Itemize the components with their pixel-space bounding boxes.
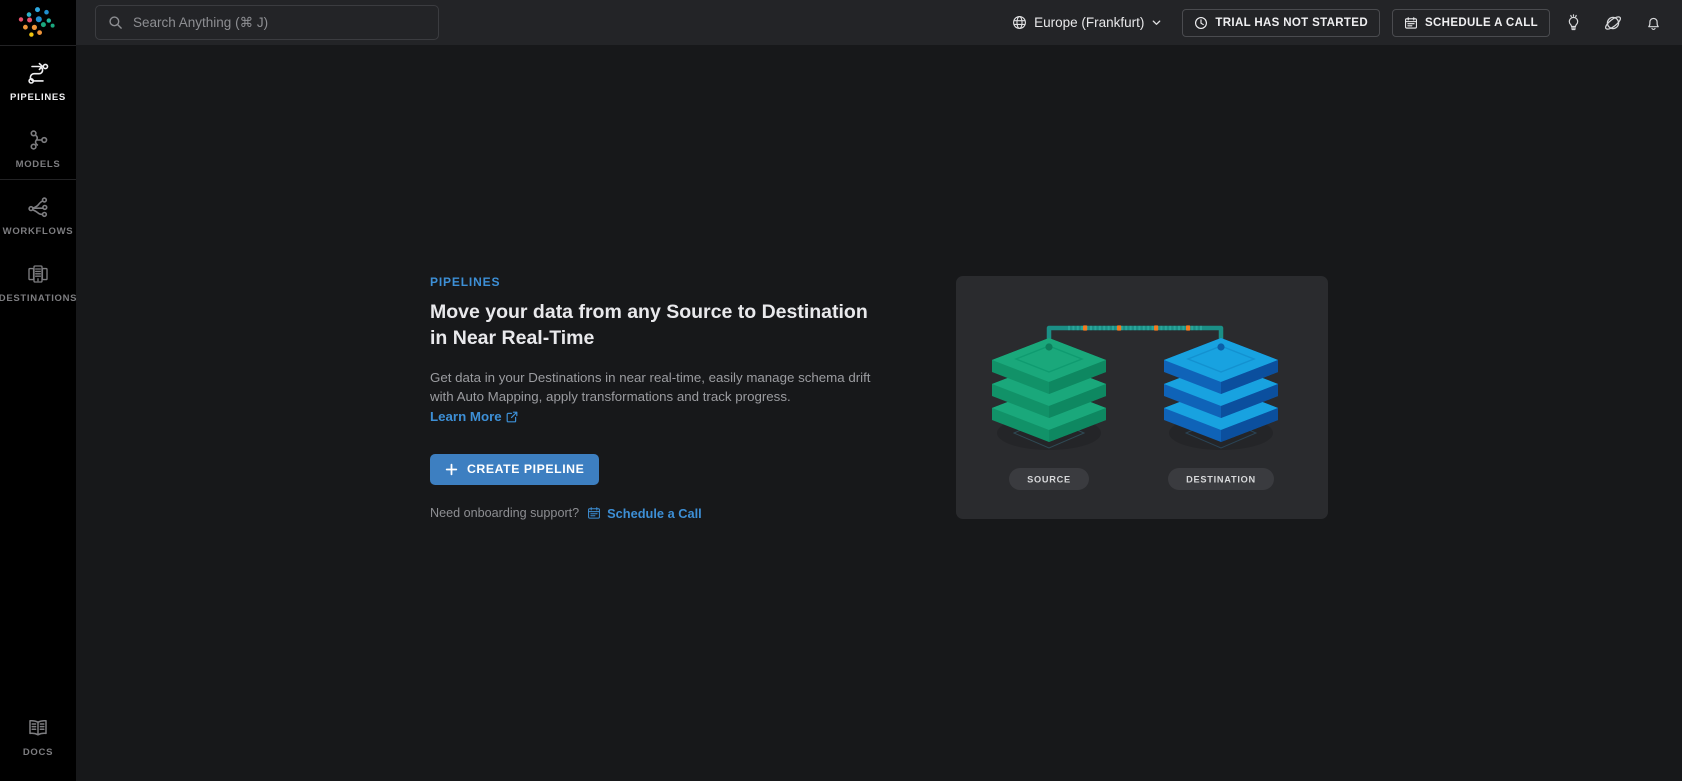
hero-eyebrow: PIPELINES: [430, 275, 900, 289]
sidebar-bottom: DOCS: [0, 701, 76, 768]
sidebar-item-docs[interactable]: DOCS: [0, 701, 76, 768]
destination-label: DESTINATION: [1186, 475, 1256, 485]
main-column: Search Anything (⌘ J) Europe (Frankfurt): [76, 0, 1682, 781]
region-label: Europe (Frankfurt): [1034, 15, 1144, 30]
clock-icon: [1194, 16, 1208, 30]
region-selector[interactable]: Europe (Frankfurt): [1004, 9, 1170, 36]
pipe-connector: [1049, 326, 1221, 348]
sidebar-item-models[interactable]: MODELS: [0, 113, 76, 180]
orbit-icon: [1603, 13, 1623, 33]
page-title: Move your data from any Source to Destin…: [430, 300, 890, 351]
sidebar-item-pipelines[interactable]: PIPELINES: [0, 46, 76, 113]
pipelines-icon: [25, 60, 51, 86]
source-server-stack: [992, 338, 1106, 442]
sidebar-item-destinations[interactable]: DESTINATIONS: [0, 247, 76, 314]
source-to-destination-illustration: SOURCE DESTINATION: [972, 290, 1312, 505]
onboarding-row: Need onboarding support? Schedule a Call: [430, 506, 900, 521]
plus-icon: [445, 463, 458, 476]
create-pipeline-label: CREATE PIPELINE: [467, 462, 584, 476]
schedule-call-link[interactable]: Schedule a Call: [587, 506, 702, 521]
hero-description: Get data in your Destinations in near re…: [430, 368, 878, 427]
sidebar-item-label: PIPELINES: [10, 93, 66, 103]
docs-icon: [25, 715, 51, 741]
content-area: PIPELINES Move your data from any Source…: [76, 45, 1682, 781]
schedule-call-button[interactable]: SCHEDULE A CALL: [1392, 9, 1550, 37]
bell-icon: [1644, 13, 1663, 32]
hero-text-column: PIPELINES Move your data from any Source…: [430, 275, 900, 520]
pipelines-empty-state: PIPELINES Move your data from any Source…: [430, 275, 1328, 520]
top-bar: Search Anything (⌘ J) Europe (Frankfurt): [76, 0, 1682, 45]
learn-more-label: Learn More: [430, 409, 502, 424]
calendar-icon: [1404, 16, 1418, 30]
source-label-chip: SOURCE: [1009, 468, 1089, 490]
pipeline-illustration-card: SOURCE DESTINATION: [956, 276, 1328, 519]
search-icon: [108, 15, 123, 30]
search-input[interactable]: Search Anything (⌘ J): [95, 5, 439, 40]
calendar-icon: [587, 506, 601, 520]
sidebar-item-label: DOCS: [23, 748, 53, 758]
destination-server-stack: [1164, 338, 1278, 442]
app-root: PIPELINES MODELS: [0, 0, 1682, 781]
trial-status-badge[interactable]: TRIAL HAS NOT STARTED: [1182, 9, 1380, 37]
learn-more-link[interactable]: Learn More: [430, 409, 518, 424]
create-pipeline-button[interactable]: CREATE PIPELINE: [430, 454, 599, 485]
destination-label-chip: DESTINATION: [1168, 468, 1274, 490]
chevron-down-icon: [1151, 17, 1162, 28]
lightbulb-icon: [1564, 13, 1583, 32]
tips-button[interactable]: [1556, 6, 1590, 40]
source-label: SOURCE: [1027, 475, 1071, 485]
destinations-icon: [25, 261, 51, 287]
hero-description-text: Get data in your Destinations in near re…: [430, 370, 871, 405]
app-logo[interactable]: [0, 0, 76, 45]
external-link-icon: [506, 411, 518, 423]
globe-icon: [1012, 15, 1027, 30]
models-icon: [25, 127, 51, 153]
onboarding-text: Need onboarding support?: [430, 506, 579, 520]
schedule-call-label: SCHEDULE A CALL: [1425, 17, 1538, 29]
explore-button[interactable]: [1596, 6, 1630, 40]
sidebar-item-label: DESTINATIONS: [0, 294, 77, 304]
notifications-button[interactable]: [1636, 6, 1670, 40]
schedule-call-link-label: Schedule a Call: [607, 506, 702, 521]
sidebar-item-label: WORKFLOWS: [3, 227, 74, 237]
sidebar: PIPELINES MODELS: [0, 0, 76, 781]
sidebar-item-label: MODELS: [16, 160, 61, 170]
trial-badge-label: TRIAL HAS NOT STARTED: [1215, 17, 1368, 29]
workflows-icon: [25, 194, 51, 220]
sidebar-item-workflows[interactable]: WORKFLOWS: [0, 180, 76, 247]
hevo-logo: [15, 6, 61, 40]
search-placeholder: Search Anything (⌘ J): [133, 15, 268, 31]
